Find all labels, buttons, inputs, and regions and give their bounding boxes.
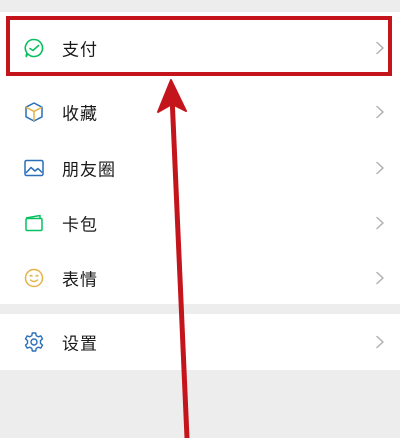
menu-item-label: 卡包 <box>62 215 98 236</box>
menu-item-label: 支付 <box>62 40 98 61</box>
menu-item-label: 表情 <box>62 270 98 291</box>
menu-item-favorites[interactable]: 收藏 <box>0 84 400 140</box>
menu-item-payment[interactable]: 支付 <box>0 20 400 76</box>
menu-item-label: 设置 <box>62 334 98 355</box>
chevron-right-icon <box>376 335 384 349</box>
menu-group-main: 支付 收藏 朋友圈 卡包 表情 <box>0 12 400 304</box>
moments-icon <box>22 156 46 180</box>
menu-item-card-wallet[interactable]: 卡包 <box>0 195 400 251</box>
chevron-right-icon <box>376 271 384 285</box>
sticker-emoji-icon <box>22 266 46 290</box>
chevron-right-icon <box>376 161 384 175</box>
top-spacer <box>0 0 400 12</box>
chevron-right-icon <box>376 216 384 230</box>
menu-item-label: 朋友圈 <box>62 160 116 181</box>
menu-item-stickers[interactable]: 表情 <box>0 250 400 306</box>
settings-gear-icon <box>22 330 46 354</box>
payment-icon <box>22 36 46 60</box>
menu-item-label: 收藏 <box>62 104 98 125</box>
menu-group-settings: 设置 <box>0 314 400 370</box>
menu-item-moments[interactable]: 朋友圈 <box>0 140 400 196</box>
favorites-icon <box>22 100 46 124</box>
menu-item-settings[interactable]: 设置 <box>0 314 400 370</box>
chevron-right-icon <box>376 105 384 119</box>
card-wallet-icon <box>22 211 46 235</box>
chevron-right-icon <box>376 41 384 55</box>
